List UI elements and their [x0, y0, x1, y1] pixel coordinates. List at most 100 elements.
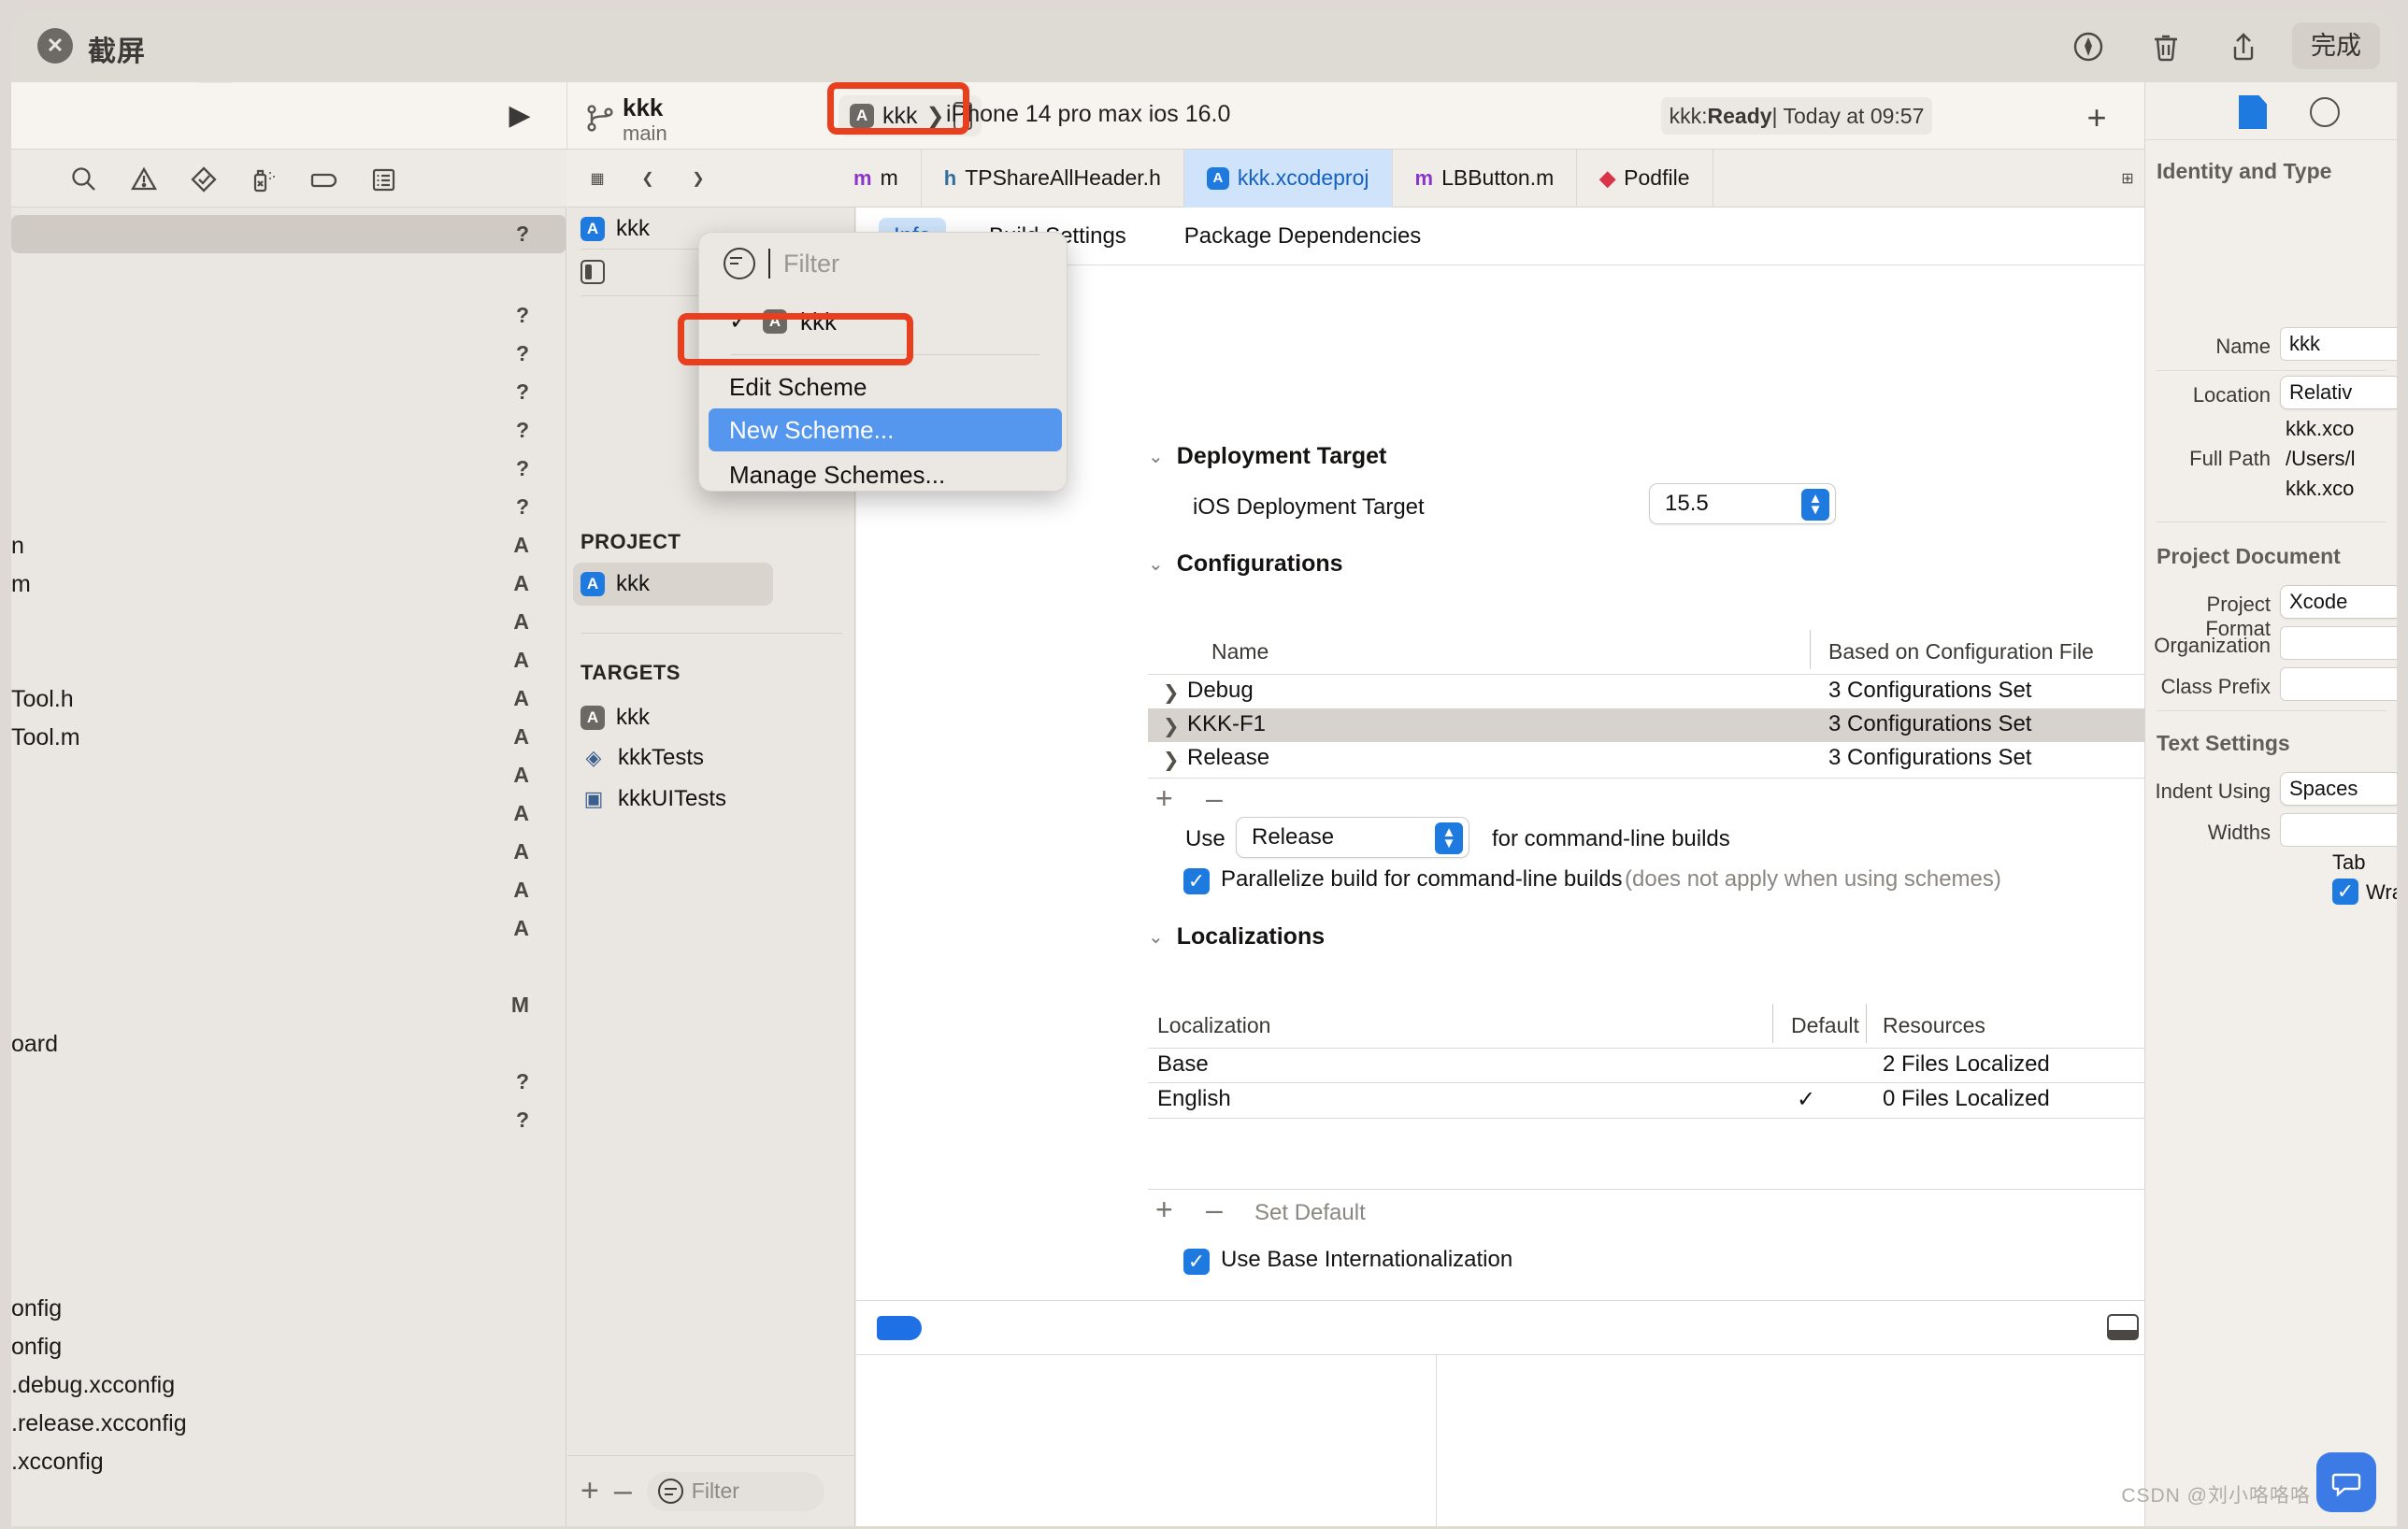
- add-configuration-button[interactable]: +: [1155, 781, 1173, 816]
- menu-item-new-scheme[interactable]: New Scheme...: [709, 408, 1062, 451]
- share-icon[interactable]: [2223, 26, 2264, 67]
- command-line-build-config-select[interactable]: Release ▲ ▼: [1236, 817, 1469, 858]
- list-item[interactable]: ?: [11, 411, 566, 450]
- forward-icon[interactable]: ❯: [678, 158, 719, 199]
- scheme-filter-input[interactable]: Filter: [724, 248, 839, 279]
- stepper-icon[interactable]: ▲ ▼: [1801, 489, 1829, 521]
- remove-configuration-button[interactable]: –: [1206, 781, 1223, 816]
- parallelize-build-checkbox[interactable]: ✓: [1183, 868, 1210, 894]
- add-localization-button[interactable]: +: [1155, 1193, 1173, 1227]
- remove-localization-button[interactable]: –: [1206, 1193, 1223, 1227]
- list-item[interactable]: ?: [11, 373, 566, 411]
- source-control-icon[interactable]: [245, 161, 282, 198]
- quick-help-icon[interactable]: [2310, 97, 2340, 127]
- name-field[interactable]: kkk: [2280, 327, 2397, 361]
- target-item-kkktests[interactable]: ◈ kkkTests: [580, 738, 704, 778]
- location-select[interactable]: Relativ: [2280, 376, 2397, 409]
- list-item[interactable]: oard: [11, 1024, 566, 1063]
- table-row[interactable]: English ✓ 0 Files Localized: [1148, 1083, 2161, 1117]
- indent-using-select[interactable]: Spaces: [2280, 772, 2397, 806]
- tab-lbbutton-m[interactable]: m LBButton.m: [1393, 149, 1578, 207]
- list-item[interactable]: ?: [11, 450, 566, 488]
- list-item[interactable]: ?: [11, 1101, 566, 1139]
- file-navigator[interactable]: ? ? ? ? ? ? ? n A m A A A Tool.h A Tool.…: [11, 207, 566, 1526]
- set-default-button[interactable]: Set Default: [1254, 1200, 1366, 1226]
- console-toggle-icon[interactable]: [2107, 1314, 2139, 1340]
- file-name: m: [11, 571, 31, 597]
- list-item[interactable]: ?: [11, 296, 566, 335]
- list-item[interactable]: .release.xcconfig: [11, 1404, 566, 1442]
- list-item[interactable]: A: [11, 794, 566, 833]
- list-item[interactable]: ?: [11, 1063, 566, 1101]
- trash-icon[interactable]: [2145, 26, 2186, 67]
- filter-input[interactable]: Filter: [646, 1471, 824, 1511]
- warning-triangle-icon[interactable]: [125, 161, 163, 198]
- destination-label[interactable]: iPhone 14 pro max ios 16.0: [946, 101, 1230, 128]
- list-item[interactable]: ?: [11, 335, 566, 373]
- remove-target-button[interactable]: –: [614, 1473, 632, 1509]
- add-target-button[interactable]: +: [580, 1473, 599, 1509]
- tab-package-dependencies[interactable]: Package Dependencies: [1169, 218, 1437, 255]
- close-icon[interactable]: ✕: [37, 28, 73, 64]
- project-item-kkk[interactable]: A kkk: [580, 564, 650, 604]
- chevron-right-icon[interactable]: ❯: [1163, 681, 1180, 705]
- widths-field[interactable]: [2280, 813, 2397, 847]
- list-item[interactable]: onfig: [11, 1327, 566, 1365]
- list-item[interactable]: .debug.xcconfig: [11, 1365, 566, 1404]
- ios-deployment-target-select[interactable]: 15.5 ▲ ▼: [1649, 483, 1836, 524]
- list-item[interactable]: A: [11, 871, 566, 909]
- back-icon[interactable]: ❮: [627, 158, 668, 199]
- list-icon[interactable]: [365, 161, 402, 198]
- inspector-toggle-icon[interactable]: ⊞: [2107, 158, 2148, 199]
- list-item[interactable]: A: [11, 603, 566, 641]
- markup-icon[interactable]: [2068, 26, 2109, 67]
- target-item-kkkuitests[interactable]: ▣ kkkUITests: [580, 779, 726, 819]
- menu-item-edit-scheme[interactable]: Edit Scheme: [709, 365, 1059, 408]
- list-item[interactable]: Tool.m A: [11, 718, 566, 756]
- navigator-item-blank[interactable]: [580, 252, 605, 292]
- tab-tpshareallheader-h[interactable]: h TPShareAllHeader.h: [922, 149, 1184, 207]
- list-item[interactable]: Tool.h A: [11, 679, 566, 718]
- chevron-right-icon[interactable]: ❯: [1163, 749, 1180, 772]
- class-prefix-field[interactable]: [2280, 667, 2397, 701]
- add-button[interactable]: +: [2077, 99, 2116, 138]
- table-row[interactable]: ❯ KKK-F1 3 Configurations Set: [1148, 708, 2161, 742]
- status-bar[interactable]: kkk: Ready | Today at 09:57: [1661, 97, 1932, 135]
- file-inspector-icon[interactable]: [2239, 95, 2267, 129]
- list-item[interactable]: M: [11, 986, 566, 1024]
- use-base-internationalization-checkbox[interactable]: ✓: [1183, 1249, 1210, 1275]
- tab-file-m[interactable]: m m: [831, 149, 922, 207]
- list-item[interactable]: .xcconfig: [11, 1442, 566, 1480]
- list-item[interactable]: n A: [11, 526, 566, 564]
- table-row[interactable]: ❯ Release 3 Configurations Set: [1148, 742, 2161, 776]
- organization-field[interactable]: [2280, 626, 2397, 660]
- list-item[interactable]: A: [11, 756, 566, 794]
- list-item[interactable]: A: [11, 833, 566, 871]
- floating-action-button[interactable]: [2316, 1452, 2376, 1512]
- chevron-right-icon[interactable]: ❯: [1163, 715, 1180, 738]
- list-item[interactable]: A: [11, 641, 566, 679]
- tab-kkk-xcodeproj[interactable]: A kkk.xcodeproj: [1183, 149, 1393, 207]
- menu-item-scheme-kkk[interactable]: ✓ A kkk: [709, 300, 1059, 343]
- menu-item-manage-schemes[interactable]: Manage Schemes...: [709, 453, 1059, 496]
- stepper-icon[interactable]: ▲ ▼: [1435, 822, 1463, 854]
- table-row[interactable]: Base 2 Files Localized: [1148, 1049, 2161, 1082]
- list-item[interactable]: ?: [11, 488, 566, 526]
- navigator-item-kkk[interactable]: A kkk: [580, 209, 650, 249]
- list-item[interactable]: m A: [11, 564, 566, 603]
- tag-icon[interactable]: [305, 161, 342, 198]
- list-item[interactable]: onfig: [11, 1289, 566, 1327]
- table-row[interactable]: ❯ Debug 3 Configurations Set: [1148, 675, 2161, 708]
- tab-podfile[interactable]: ◆ Podfile: [1577, 149, 1713, 207]
- run-button[interactable]: ▶: [499, 95, 540, 136]
- breakpoint-icon[interactable]: [877, 1316, 922, 1340]
- done-button[interactable]: 完成: [2292, 22, 2380, 69]
- list-item[interactable]: ?: [11, 215, 566, 253]
- list-item[interactable]: A: [11, 909, 566, 948]
- checkmark-diamond-icon[interactable]: [185, 161, 222, 198]
- layout-icon[interactable]: ▦: [577, 158, 618, 199]
- search-icon[interactable]: [65, 161, 103, 198]
- wrap-lines-checkbox[interactable]: ✓: [2332, 879, 2358, 905]
- target-item-kkk[interactable]: A kkk: [580, 698, 650, 737]
- project-format-select[interactable]: Xcode: [2280, 585, 2397, 619]
